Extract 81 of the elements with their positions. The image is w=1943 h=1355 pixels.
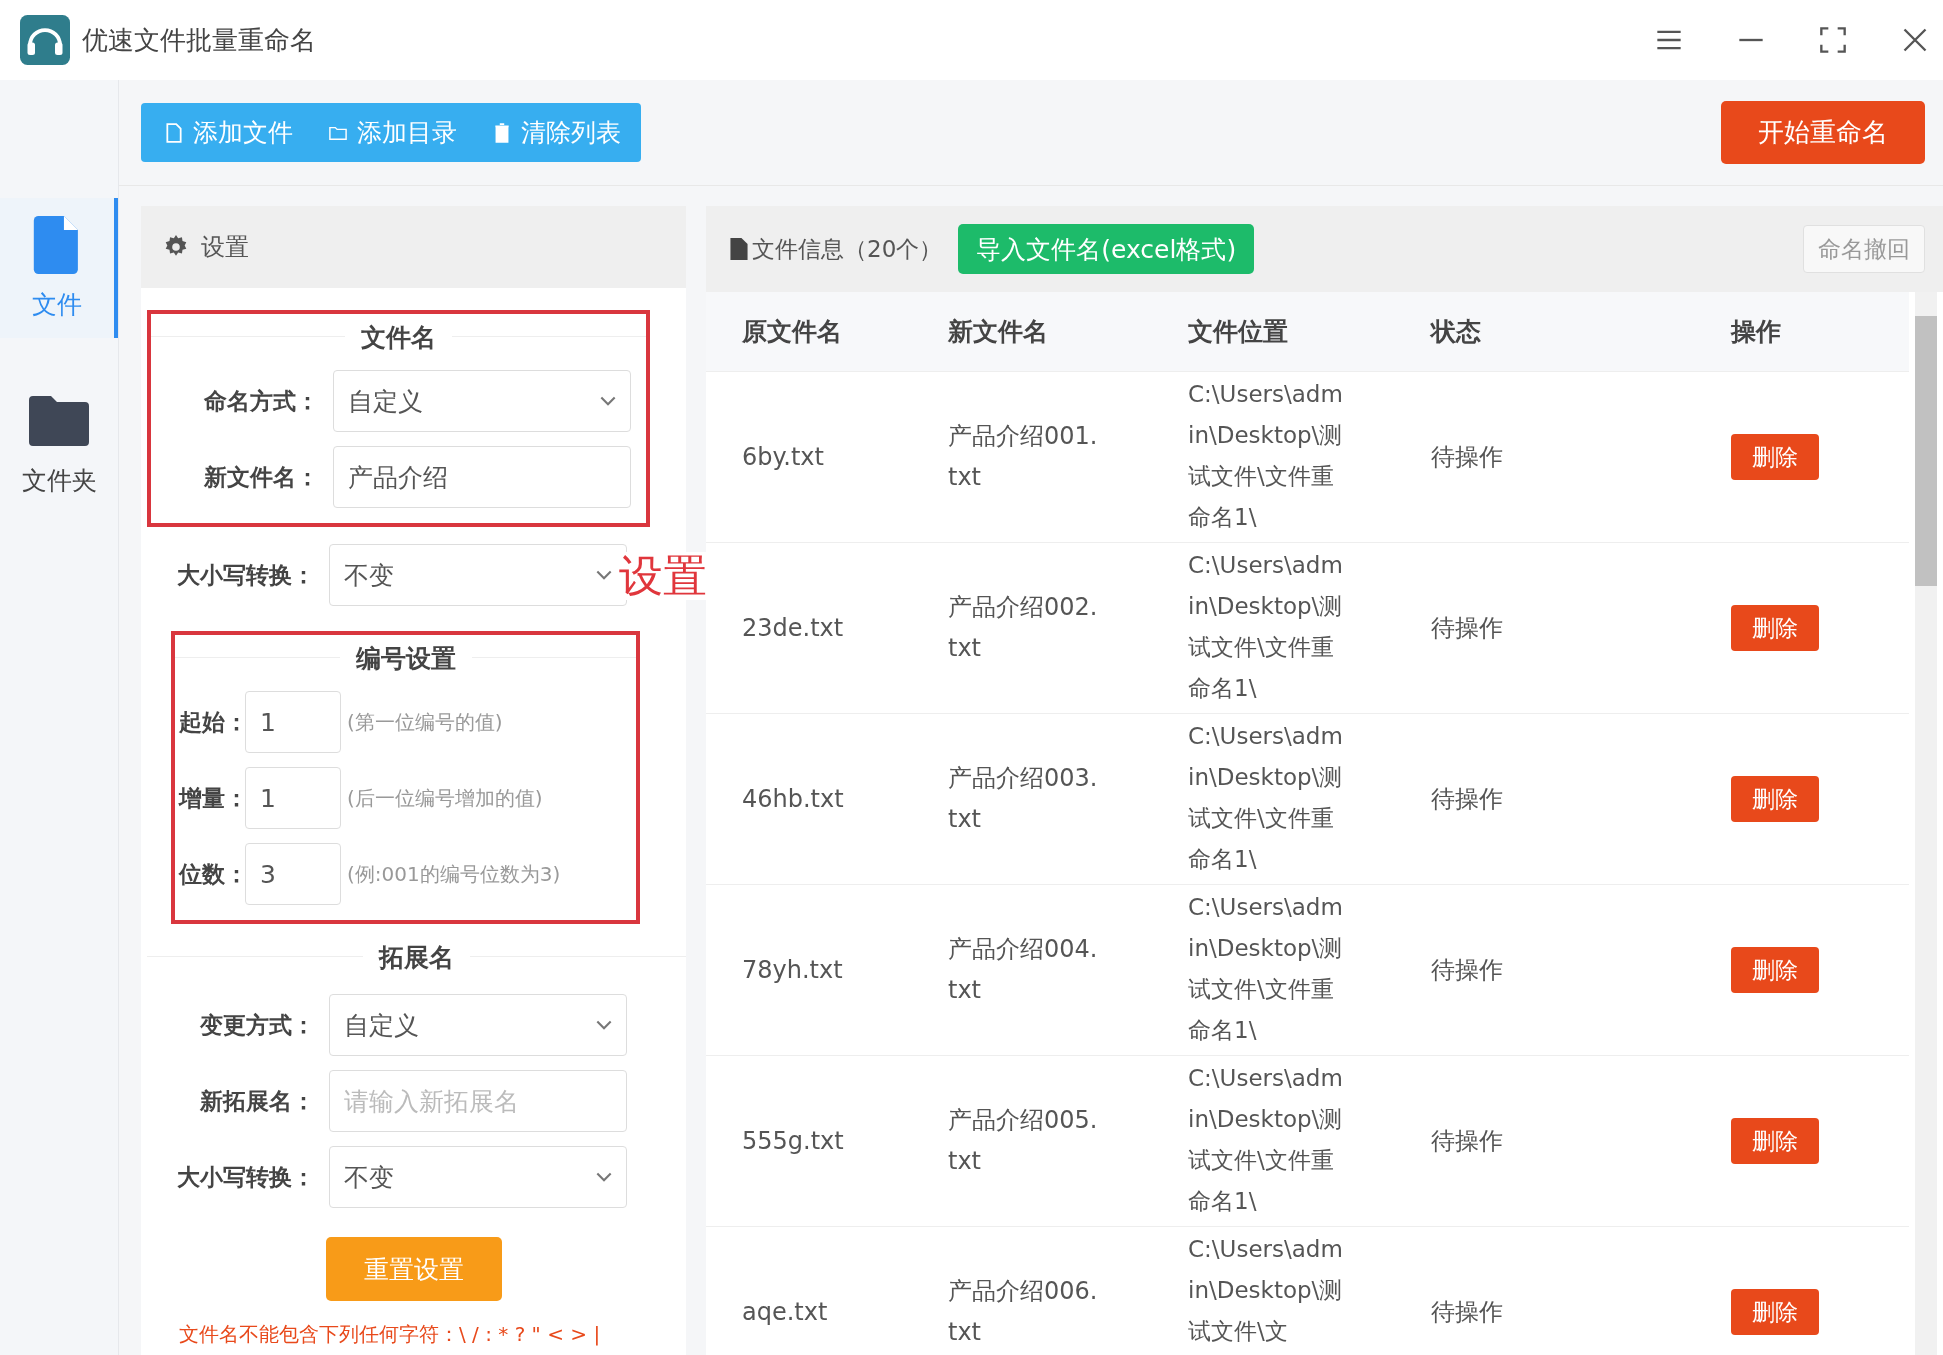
- table-cell-text: 产品介绍006.txt: [948, 1276, 1099, 1348]
- table-cell-text: 待操作: [1431, 1296, 1504, 1328]
- table-cell-text: 待操作: [1431, 1125, 1504, 1157]
- table-cell-text: 产品介绍002.txt: [948, 592, 1099, 664]
- dropdown[interactable]: 不变: [329, 1146, 627, 1208]
- table-cell-text: C:\Users\admin\Desktop\测试文件\文件重命名1\: [1188, 722, 1344, 874]
- column-header: 新文件名: [948, 316, 1049, 348]
- table-cell-text: 产品介绍005.txt: [948, 1105, 1099, 1177]
- field-hint: (例:001的编号位数为3): [347, 860, 561, 888]
- field-label: 大小写转换：: [176, 1162, 316, 1192]
- column-header: 操作: [1731, 316, 1782, 348]
- column-header: 原文件名: [741, 316, 843, 348]
- reset-button[interactable]: 重置设置: [325, 1237, 502, 1301]
- table-cell-text: 78yh.txt: [741, 954, 844, 986]
- nav-label: 文件: [32, 288, 82, 321]
- table-cell-text: 23de.txt: [741, 612, 845, 644]
- nav-item[interactable]: 文件夹: [0, 374, 118, 514]
- close-icon[interactable]: [1901, 26, 1929, 54]
- app-logo-icon: [20, 15, 70, 65]
- table-cell-text: 待操作: [1431, 954, 1504, 986]
- dropdown[interactable]: 自定义: [329, 994, 627, 1056]
- table-cell-text: 产品介绍003.txt: [948, 763, 1099, 835]
- delete-button[interactable]: 删除: [1731, 1118, 1819, 1164]
- table-cell-text: 待操作: [1431, 441, 1504, 473]
- toolbar-button[interactable]: 添加目录: [305, 103, 469, 162]
- document-icon: [165, 122, 183, 143]
- table-cell-text: 产品介绍004.txt: [948, 934, 1099, 1006]
- field-hint: (第一位编号的值): [347, 708, 503, 736]
- table-cell-text: 555g.txt: [741, 1125, 845, 1157]
- delete-button[interactable]: 删除: [1731, 947, 1819, 993]
- table-cell-text: 6by.txt: [741, 441, 825, 473]
- settings-title: 设置: [201, 232, 249, 263]
- table-cell-text: C:\Users\admin\Desktop\测试文件\文件重命名1\: [1188, 380, 1344, 532]
- field-label: 新文件名：: [203, 462, 320, 492]
- toolbar-button[interactable]: 添加文件: [141, 103, 305, 162]
- delete-button[interactable]: 删除: [1731, 1289, 1819, 1335]
- document-icon: [730, 238, 748, 260]
- column-header: 状态: [1431, 316, 1482, 348]
- delete-button[interactable]: 删除: [1731, 434, 1819, 480]
- delete-button[interactable]: 删除: [1731, 776, 1819, 822]
- toolbar-button[interactable]: 清除列表: [469, 103, 641, 162]
- table-cell-text: C:\Users\admin\Desktop\测试文件\文件重命名1\: [1188, 1064, 1344, 1216]
- files-title: 文件信息（20个）: [752, 234, 943, 264]
- maximize-icon[interactable]: [1819, 26, 1847, 54]
- chevron-down-icon: [596, 1019, 612, 1031]
- field-label: 命名方式：: [203, 386, 320, 416]
- table-cell-text: 46hb.txt: [741, 783, 845, 815]
- start-rename-button[interactable]: 开始重命名: [1721, 101, 1925, 164]
- chevron-down-icon: [596, 1171, 612, 1183]
- field-label: 变更方式：: [199, 1010, 316, 1040]
- field-hint: (后一位编号增加的值): [347, 784, 543, 812]
- field-label: 增量：: [177, 783, 243, 813]
- warning-text: 文件名不能包含下列任何字符：\ / : * ? " < > |: [178, 1321, 602, 1348]
- table-cell-text: aqe.txt: [741, 1296, 829, 1328]
- input-field[interactable]: 产品介绍: [333, 446, 631, 508]
- nav-item[interactable]: 文件: [0, 198, 118, 338]
- field-label: 大小写转换：: [176, 560, 316, 590]
- table-cell-text: 待操作: [1431, 612, 1504, 644]
- chevron-down-icon: [596, 569, 612, 581]
- number-field[interactable]: 1: [245, 767, 341, 829]
- table-cell-text: C:\Users\admin\Desktop\测试文件\文件重命名1\: [1188, 551, 1344, 703]
- table-cell-text: 产品介绍001.txt: [948, 421, 1099, 493]
- input-field[interactable]: 请输入新拓展名: [329, 1070, 627, 1132]
- chevron-down-icon: [600, 395, 616, 407]
- number-field[interactable]: 3: [245, 843, 341, 905]
- delete-button[interactable]: 删除: [1731, 605, 1819, 651]
- field-label: 新拓展名：: [199, 1086, 316, 1116]
- dropdown[interactable]: 自定义: [333, 370, 631, 432]
- import-button[interactable]: 导入文件名(excel格式): [958, 224, 1255, 274]
- number-field[interactable]: 1: [245, 691, 341, 753]
- window-title: 优速文件批量重命名: [82, 23, 316, 57]
- nav-label: 文件夹: [21, 464, 97, 497]
- scrollbar[interactable]: [1915, 292, 1937, 1355]
- annotation-label: 设置: [619, 552, 707, 601]
- field-label: 位数：: [177, 859, 243, 889]
- field-label: 起始：: [178, 707, 243, 737]
- column-header: 文件位置: [1188, 316, 1289, 348]
- table-cell-text: C:\Users\admin\Desktop\测试文件\文: [1188, 1235, 1344, 1346]
- table-cell-text: C:\Users\admin\Desktop\测试文件\文件重命名1\: [1188, 893, 1344, 1045]
- trash-icon: [493, 122, 511, 143]
- table-cell-text: 待操作: [1431, 783, 1504, 815]
